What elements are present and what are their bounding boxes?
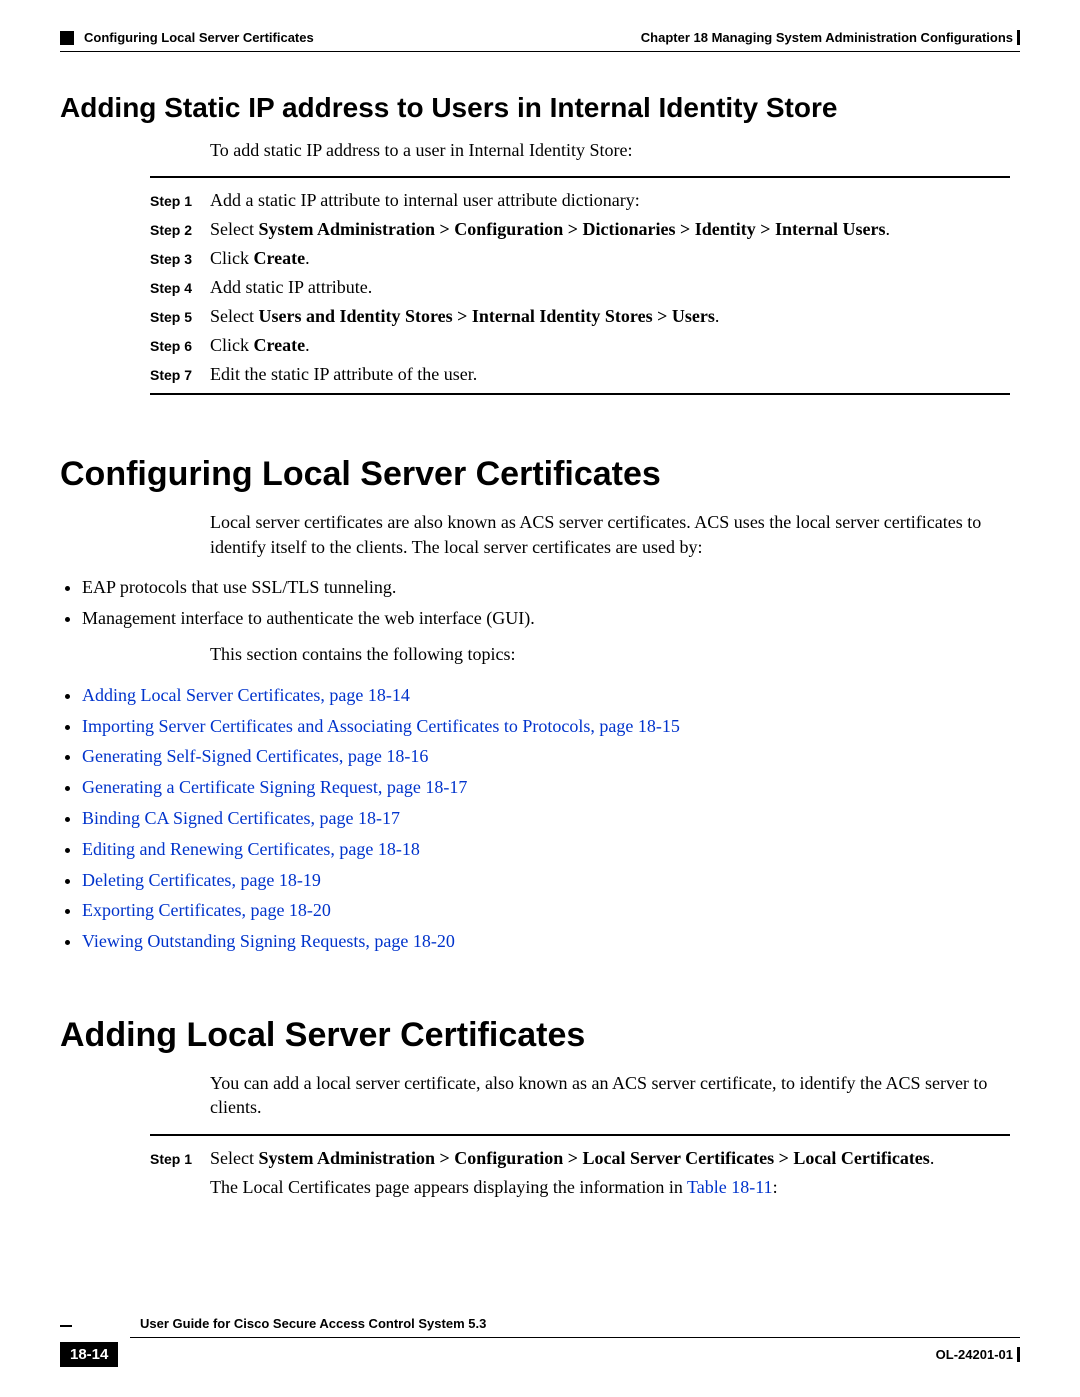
topic-link[interactable]: Generating Self-Signed Certificates, pag… [82, 746, 428, 766]
topics-list: Adding Local Server Certificates, page 1… [60, 681, 1020, 956]
step-label: Step 7 [150, 367, 210, 383]
topic-link[interactable]: Generating a Certificate Signing Request… [82, 777, 467, 797]
step-label: Step 1 [150, 193, 210, 209]
list-item: Binding CA Signed Certificates, page 18-… [82, 804, 1020, 833]
step-label: Step 5 [150, 309, 210, 325]
header-section-title: Configuring Local Server Certificates [84, 30, 314, 45]
page-header: Configuring Local Server Certificates Ch… [60, 30, 1020, 45]
topic-link[interactable]: Exporting Certificates, page 18-20 [82, 900, 331, 920]
step-label: Step 4 [150, 280, 210, 296]
list-item: Adding Local Server Certificates, page 1… [82, 681, 1020, 710]
step-text: Click Create. [210, 335, 1010, 356]
header-square-icon [60, 31, 74, 45]
step-text: Click Create. [210, 248, 1010, 269]
list-item: Importing Server Certificates and Associ… [82, 712, 1020, 741]
list-item: Management interface to authenticate the… [82, 604, 1020, 633]
steps-block-2: Step 1 Select System Administration > Co… [150, 1134, 1010, 1198]
list-item: EAP protocols that use SSL/TLS tunneling… [82, 573, 1020, 602]
table-xref[interactable]: Table 18-11 [687, 1177, 773, 1197]
list-item: Deleting Certificates, page 18-19 [82, 866, 1020, 895]
steps-top-rule [150, 176, 1010, 178]
list-item: Generating a Certificate Signing Request… [82, 773, 1020, 802]
step-row: The Local Certificates page appears disp… [150, 1177, 1010, 1198]
heading-add-local-cert: Adding Local Server Certificates [60, 1016, 1020, 1055]
step-label: Step 6 [150, 338, 210, 354]
topic-link[interactable]: Adding Local Server Certificates, page 1… [82, 685, 410, 705]
topic-link[interactable]: Deleting Certificates, page 18-19 [82, 870, 321, 890]
list-item: Exporting Certificates, page 18-20 [82, 896, 1020, 925]
topic-link[interactable]: Viewing Outstanding Signing Requests, pa… [82, 931, 455, 951]
topic-link[interactable]: Binding CA Signed Certificates, page 18-… [82, 808, 400, 828]
page-footer: User Guide for Cisco Secure Access Contr… [60, 1316, 1020, 1367]
steps-top-rule-2 [150, 1134, 1010, 1136]
intro-add-static-ip: To add static IP address to a user in In… [210, 138, 1020, 162]
steps-bottom-rule [150, 393, 1010, 395]
list-item: Editing and Renewing Certificates, page … [82, 835, 1020, 864]
footer-guide-title: User Guide for Cisco Secure Access Contr… [140, 1316, 1020, 1331]
step-text: Select Users and Identity Stores > Inter… [210, 306, 1010, 327]
step-row: Step 2 Select System Administration > Co… [150, 219, 1010, 240]
step-row: Step 4 Add static IP attribute. [150, 277, 1010, 298]
para-topics-intro: This section contains the following topi… [210, 642, 1020, 666]
step-text: Add a static IP attribute to internal us… [210, 190, 1010, 211]
heading-config-local-cert: Configuring Local Server Certificates [60, 455, 1020, 494]
step-text: Select System Administration > Configura… [210, 219, 1010, 240]
para-config-intro: Local server certificates are also known… [210, 510, 1020, 559]
step-row: Step 1 Select System Administration > Co… [150, 1148, 1010, 1169]
footer-doc-id: OL-24201-01 [936, 1347, 1020, 1362]
step-label: Step 2 [150, 222, 210, 238]
uses-list: EAP protocols that use SSL/TLS tunneling… [60, 573, 1020, 633]
topic-link[interactable]: Importing Server Certificates and Associ… [82, 716, 680, 736]
steps-block-1: Step 1 Add a static IP attribute to inte… [150, 176, 1010, 395]
step-text: The Local Certificates page appears disp… [210, 1177, 1010, 1198]
step-row: Step 5 Select Users and Identity Stores … [150, 306, 1010, 327]
header-rule [60, 51, 1020, 52]
para-add-local-intro: You can add a local server certificate, … [210, 1071, 1020, 1120]
step-row: Step 1 Add a static IP attribute to inte… [150, 190, 1010, 211]
footer-rule [130, 1337, 1020, 1338]
step-label: Step 1 [150, 1151, 210, 1167]
step-text: Add static IP attribute. [210, 277, 1010, 298]
step-label: Step 3 [150, 251, 210, 267]
step-row: Step 3 Click Create. [150, 248, 1010, 269]
page-number-badge: 18-14 [60, 1342, 118, 1367]
list-item: Viewing Outstanding Signing Requests, pa… [82, 927, 1020, 956]
heading-add-static-ip: Adding Static IP address to Users in Int… [60, 92, 1020, 124]
step-text: Edit the static IP attribute of the user… [210, 364, 1010, 385]
step-row: Step 6 Click Create. [150, 335, 1010, 356]
topic-link[interactable]: Editing and Renewing Certificates, page … [82, 839, 420, 859]
header-chapter-title: Chapter 18 Managing System Administratio… [641, 30, 1020, 45]
step-text: Select System Administration > Configura… [210, 1148, 1010, 1169]
list-item: Generating Self-Signed Certificates, pag… [82, 742, 1020, 771]
step-row: Step 7 Edit the static IP attribute of t… [150, 364, 1010, 385]
